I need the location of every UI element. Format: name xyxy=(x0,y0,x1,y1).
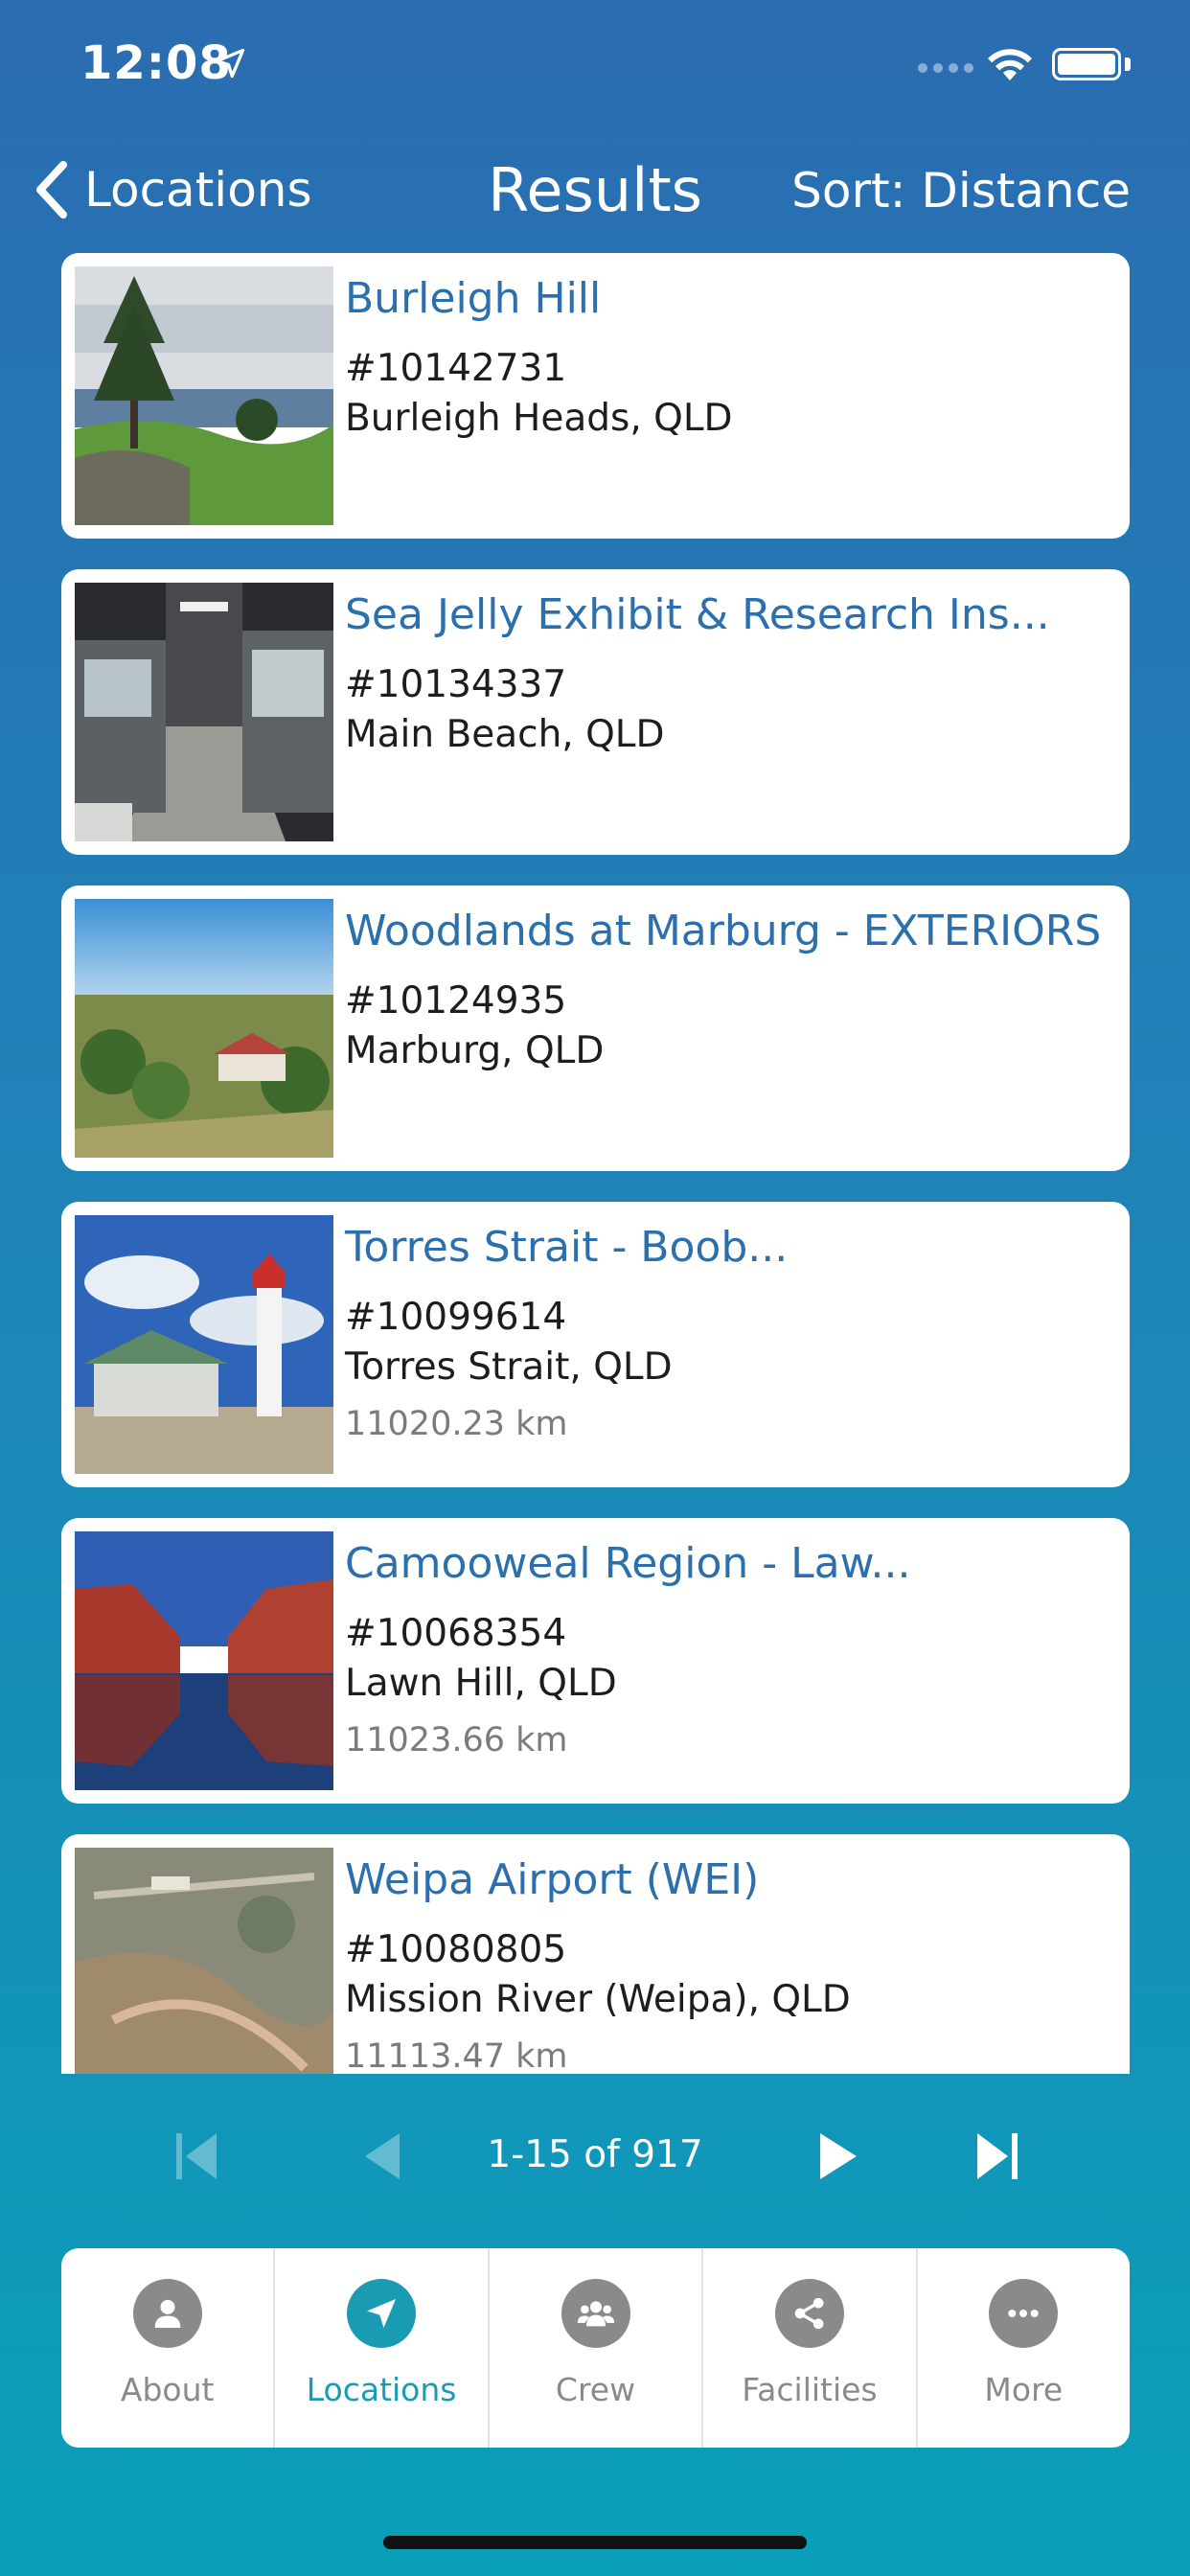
tab-label: Locations xyxy=(306,2371,457,2408)
last-page-button[interactable] xyxy=(964,2126,1031,2187)
result-place: Mission River (Weipa), QLD xyxy=(345,1978,851,2021)
location-services-icon xyxy=(215,48,245,79)
person-icon xyxy=(132,2279,202,2348)
result-id: #10124935 xyxy=(345,979,567,1023)
lighthouse-photo xyxy=(75,1215,333,1474)
result-card[interactable]: Sea Jelly Exhibit & Research Ins... #101… xyxy=(61,569,1130,855)
result-id: #10134337 xyxy=(345,663,567,706)
result-place: Burleigh Heads, QLD xyxy=(345,397,733,440)
location-arrow-icon xyxy=(347,2279,417,2348)
more-dots-icon xyxy=(989,2279,1059,2348)
result-card[interactable]: Burleigh Hill #10142731 Burleigh Heads, … xyxy=(61,253,1130,539)
navigation-bar: Locations Results Sort: Distance xyxy=(0,134,1190,249)
result-title: Weipa Airport (WEI) xyxy=(345,1855,760,1904)
result-card[interactable]: Woodlands at Marburg - EXTERIORS #101249… xyxy=(61,886,1130,1171)
tab-locations[interactable]: Locations xyxy=(275,2248,490,2448)
estate-photo xyxy=(75,899,333,1158)
result-place: Marburg, QLD xyxy=(345,1029,605,1072)
pagination-bar: 1-15 of 917 xyxy=(0,2108,1190,2204)
tab-about[interactable]: About xyxy=(61,2248,276,2448)
result-title: Woodlands at Marburg - EXTERIORS xyxy=(345,907,1102,955)
result-id: #10142731 xyxy=(345,347,567,390)
result-distance: 11020.23 km xyxy=(345,1405,568,1443)
tab-label: Facilities xyxy=(742,2371,878,2408)
result-title: Camooweal Region - Law... xyxy=(345,1539,911,1588)
tab-more[interactable]: More xyxy=(918,2248,1130,2448)
result-place: Main Beach, QLD xyxy=(345,713,665,756)
wifi-icon xyxy=(988,49,1032,80)
tab-label: More xyxy=(984,2371,1064,2408)
home-indicator[interactable] xyxy=(383,2536,807,2549)
status-time: 12:08 xyxy=(80,36,232,90)
result-title: Torres Strait - Boob... xyxy=(345,1223,789,1272)
result-id: #10080805 xyxy=(345,1928,567,1971)
gorge-photo xyxy=(75,1531,333,1790)
sort-button[interactable]: Sort: Distance xyxy=(791,163,1131,218)
result-card[interactable]: Torres Strait - Boob... #10099614 Torres… xyxy=(61,1202,1130,1487)
result-place: Lawn Hill, QLD xyxy=(345,1662,617,1705)
coast-photo xyxy=(75,266,333,525)
group-icon xyxy=(561,2279,630,2348)
tab-facilities[interactable]: Facilities xyxy=(703,2248,918,2448)
result-card[interactable]: Camooweal Region - Law... #10068354 Lawn… xyxy=(61,1518,1130,1804)
result-distance: 11113.47 km xyxy=(345,2037,568,2074)
tab-crew[interactable]: Crew xyxy=(490,2248,704,2448)
lab-photo xyxy=(75,583,333,841)
skip-last-icon xyxy=(977,2133,1018,2179)
result-title: Sea Jelly Exhibit & Research Ins... xyxy=(345,590,1050,639)
result-card[interactable]: Weipa Airport (WEI) #10080805 Mission Ri… xyxy=(61,1834,1130,2074)
tab-label: Crew xyxy=(555,2371,636,2408)
result-title: Burleigh Hill xyxy=(345,274,602,323)
results-list[interactable]: Burleigh Hill #10142731 Burleigh Heads, … xyxy=(61,253,1130,2074)
result-id: #10068354 xyxy=(345,1612,567,1655)
result-id: #10099614 xyxy=(345,1296,567,1339)
cellular-signal-icon xyxy=(918,63,973,73)
next-page-button[interactable] xyxy=(807,2126,874,2187)
play-right-icon xyxy=(820,2133,857,2179)
battery-icon xyxy=(1052,48,1121,80)
tab-label: About xyxy=(120,2371,215,2408)
share-icon xyxy=(774,2279,844,2348)
aerial-photo xyxy=(75,1848,333,2074)
tab-bar: About Locations Crew Facilities More xyxy=(61,2248,1130,2448)
result-place: Torres Strait, QLD xyxy=(345,1346,673,1389)
result-distance: 11023.66 km xyxy=(345,1721,568,1760)
status-bar: 12:08 xyxy=(0,0,1190,134)
